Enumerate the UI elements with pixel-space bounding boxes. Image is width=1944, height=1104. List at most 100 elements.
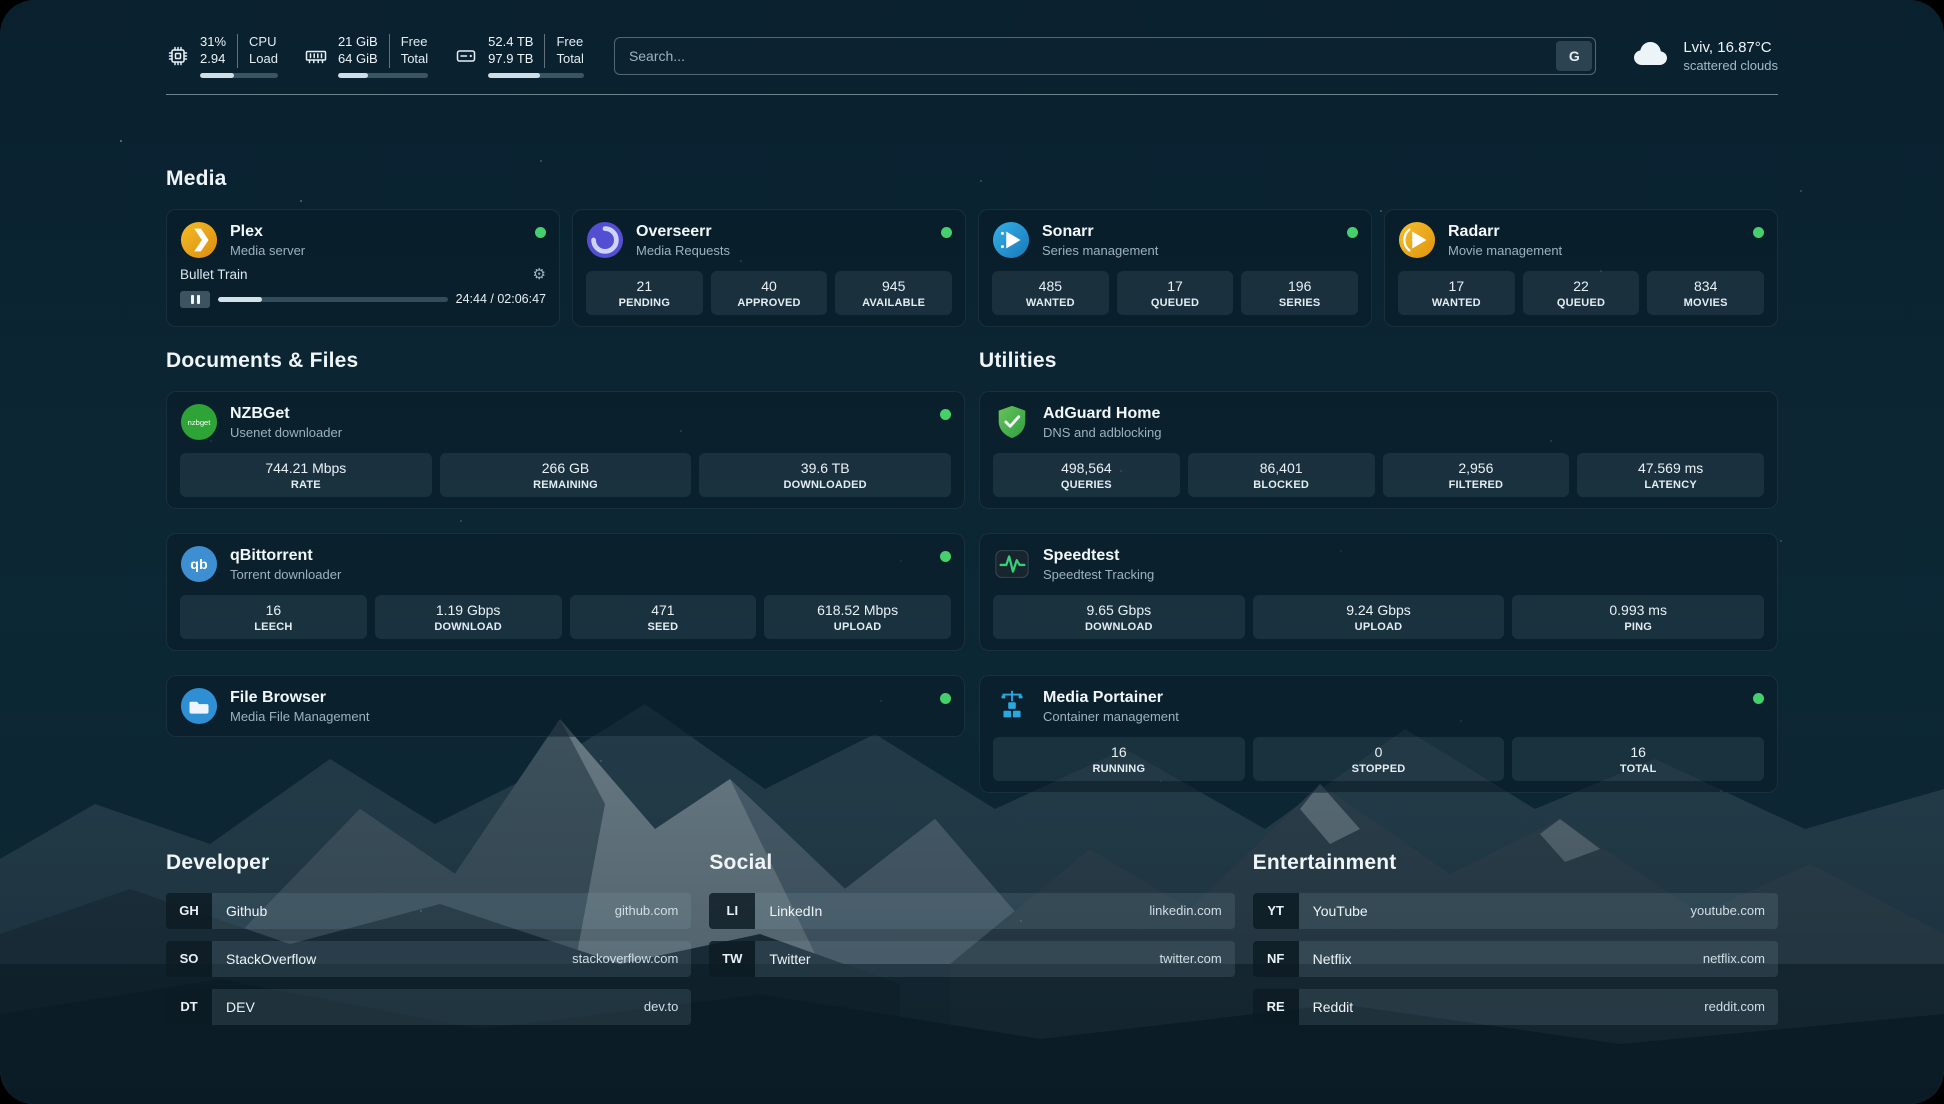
section-title-entertainment: Entertainment <box>1253 851 1778 875</box>
disk-progress-bar <box>488 73 584 78</box>
disk-icon <box>454 44 478 68</box>
stat-series: 196 SERIES <box>1241 271 1358 315</box>
bookmark-name: StackOverflow <box>212 951 316 967</box>
app-card-filebrowser[interactable]: File Browser Media File Management <box>166 675 965 737</box>
disk-total-value: 97.9 TB <box>488 51 544 68</box>
app-card-plex[interactable]: Plex Media server Bullet Train ⚙ <box>166 209 560 327</box>
app-desc: Usenet downloader <box>230 425 342 440</box>
app-card-overseerr[interactable]: Overseerr Media Requests 21 PENDING 40 A… <box>572 209 966 327</box>
stat-downloaded: 39.6 TB DOWNLOADED <box>699 453 951 497</box>
nzbget-icon: nzbget <box>180 403 218 441</box>
memory-progress-bar <box>338 73 428 78</box>
stat-running: 16 RUNNING <box>993 737 1245 781</box>
app-desc: Movie management <box>1448 243 1562 258</box>
app-desc: Media File Management <box>230 709 369 724</box>
bookmark-github[interactable]: GH Github github.com <box>166 893 691 929</box>
section-media: Media Plex Medi <box>166 167 1778 327</box>
search-provider-button[interactable]: G <box>1556 41 1592 71</box>
app-card-nzbget[interactable]: nzbget NZBGet Usenet downloader 74 <box>166 391 965 509</box>
sonarr-icon <box>992 221 1030 259</box>
stat-seed: 471 SEED <box>570 595 757 639</box>
svg-text:qb: qb <box>190 557 208 573</box>
app-card-portainer[interactable]: Media Portainer Container management 16 … <box>979 675 1778 793</box>
app-name: qBittorrent <box>230 546 341 565</box>
app-card-speedtest[interactable]: Speedtest Speedtest Tracking 9.65 Gbps D… <box>979 533 1778 651</box>
status-dot <box>940 693 951 704</box>
adguard-icon <box>993 403 1031 441</box>
section-title-utilities: Utilities <box>979 349 1778 373</box>
bookmark-url: github.com <box>615 903 692 918</box>
disk-free-value: 52.4 TB <box>488 34 544 51</box>
section-title-developer: Developer <box>166 851 691 875</box>
bookmark-abbr: LI <box>709 893 755 929</box>
cpu-icon <box>166 44 190 68</box>
bookmark-linkedin[interactable]: LI LinkedIn linkedin.com <box>709 893 1234 929</box>
app-name: Sonarr <box>1042 222 1158 241</box>
app-desc: Torrent downloader <box>230 567 341 582</box>
app-name: NZBGet <box>230 404 342 423</box>
bookmark-url: dev.to <box>644 999 691 1014</box>
stat-movies: 834 MOVIES <box>1647 271 1764 315</box>
bookmark-dev[interactable]: DT DEV dev.to <box>166 989 691 1025</box>
status-dot <box>535 227 546 238</box>
status-dot <box>1753 227 1764 238</box>
status-dot <box>940 551 951 562</box>
memory-widget: 21 GiB Free 64 GiB Total <box>304 34 428 78</box>
bookmark-name: Twitter <box>755 951 810 967</box>
cpu-progress-bar <box>200 73 278 78</box>
stat-filtered: 2,956 FILTERED <box>1383 453 1570 497</box>
memory-free-value: 21 GiB <box>338 34 389 51</box>
app-name: Speedtest <box>1043 546 1154 565</box>
bookmark-twitter[interactable]: TW Twitter twitter.com <box>709 941 1234 977</box>
bookmark-abbr: NF <box>1253 941 1299 977</box>
weather-condition: scattered clouds <box>1683 58 1778 73</box>
stat-remaining: 266 GB REMAINING <box>440 453 692 497</box>
bookmark-group-social: Social LI LinkedIn linkedin.com TW Twitt… <box>709 851 1234 1025</box>
section-title-documents: Documents & Files <box>166 349 965 373</box>
bookmark-netflix[interactable]: NF Netflix netflix.com <box>1253 941 1778 977</box>
stat-upload: 618.52 Mbps UPLOAD <box>764 595 951 639</box>
speedtest-icon <box>993 545 1031 583</box>
bookmark-abbr: RE <box>1253 989 1299 1025</box>
app-desc: Speedtest Tracking <box>1043 567 1154 582</box>
app-desc: Media server <box>230 243 305 258</box>
bookmark-name: Github <box>212 903 267 919</box>
plex-now-playing: Bullet Train ⚙ 24:44 / 02:06:47 <box>180 267 546 308</box>
app-desc: DNS and adblocking <box>1043 425 1162 440</box>
cloud-icon <box>1632 38 1672 73</box>
stat-queued: 22 QUEUED <box>1523 271 1640 315</box>
stat-approved: 40 APPROVED <box>711 271 828 315</box>
stat-leech: 16 LEECH <box>180 595 367 639</box>
app-card-sonarr[interactable]: Sonarr Series management 485 WANTED 17 Q… <box>978 209 1372 327</box>
bookmark-group-entertainment: Entertainment YT YouTube youtube.com NF … <box>1253 851 1778 1025</box>
bookmark-name: YouTube <box>1299 903 1368 919</box>
bookmark-abbr: TW <box>709 941 755 977</box>
now-playing-title: Bullet Train <box>180 267 248 282</box>
status-dot <box>1347 227 1358 238</box>
app-card-adguard[interactable]: AdGuard Home DNS and adblocking 498,564 … <box>979 391 1778 509</box>
memory-total-value: 64 GiB <box>338 51 389 68</box>
gear-icon[interactable]: ⚙ <box>533 267 546 282</box>
bookmark-url: netflix.com <box>1703 951 1778 966</box>
plex-icon <box>180 221 218 259</box>
app-card-radarr[interactable]: Radarr Movie management 17 WANTED 22 QUE… <box>1384 209 1778 327</box>
pause-button[interactable] <box>180 291 210 308</box>
portainer-icon <box>993 687 1031 725</box>
overseerr-icon <box>586 221 624 259</box>
section-title-media: Media <box>166 167 1778 191</box>
bookmark-url: youtube.com <box>1691 903 1778 918</box>
bookmark-group-developer: Developer GH Github github.com SO StackO… <box>166 851 691 1025</box>
stat-rate: 744.21 Mbps RATE <box>180 453 432 497</box>
bookmark-reddit[interactable]: RE Reddit reddit.com <box>1253 989 1778 1025</box>
app-card-qbittorrent[interactable]: qb qBittorrent Torrent downloader <box>166 533 965 651</box>
search-input[interactable] <box>614 37 1596 75</box>
stat-download: 1.19 Gbps DOWNLOAD <box>375 595 562 639</box>
disk-label-1: Free <box>544 34 583 51</box>
status-dot <box>940 409 951 420</box>
weather-widget: Lviv, 16.87°C scattered clouds <box>1632 38 1778 73</box>
qbittorrent-icon: qb <box>180 545 218 583</box>
bookmark-youtube[interactable]: YT YouTube youtube.com <box>1253 893 1778 929</box>
bookmark-stackoverflow[interactable]: SO StackOverflow stackoverflow.com <box>166 941 691 977</box>
stat-available: 945 AVAILABLE <box>835 271 952 315</box>
top-bar: 31% CPU 2.94 Load <box>166 34 1778 78</box>
